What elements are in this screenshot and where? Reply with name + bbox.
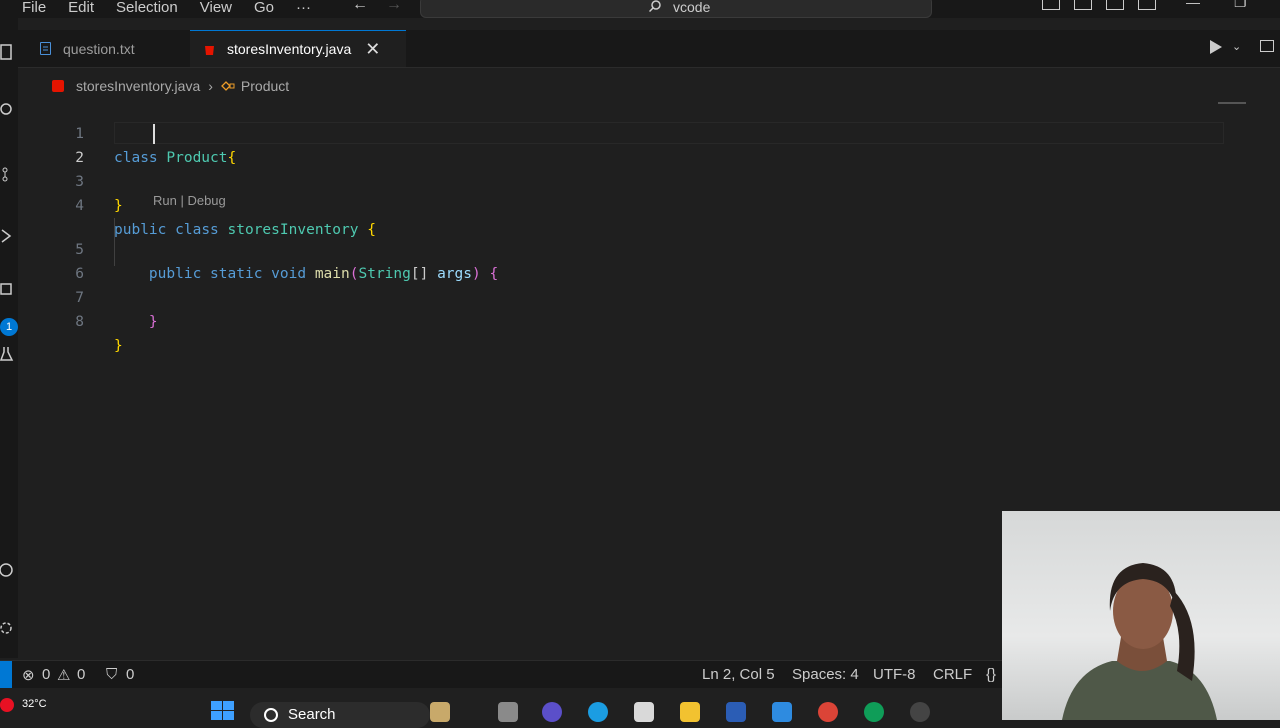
code-line: 7 } — [18, 262, 157, 330]
layout-controls — [1042, 0, 1156, 10]
code-lens-run-debug[interactable]: Run | Debug — [153, 193, 226, 208]
testing-icon[interactable] — [0, 346, 14, 362]
split-editor-icon[interactable] — [1260, 40, 1274, 52]
gear-icon[interactable] — [0, 620, 14, 636]
chrome-icon[interactable] — [818, 702, 838, 722]
settings-icon[interactable] — [910, 702, 930, 722]
code-line: 3 } — [18, 146, 122, 214]
breadcrumb-file[interactable]: storesInventory.java — [76, 78, 200, 94]
code-line: 8 } — [18, 286, 122, 354]
chevron-right-icon: › — [208, 78, 213, 94]
activity-bar: 1 — [0, 18, 18, 658]
run-icon[interactable] — [1210, 40, 1222, 54]
text-cursor — [153, 124, 155, 144]
command-center-text: vcode — [673, 0, 711, 15]
search-icon[interactable] — [0, 102, 14, 118]
command-center[interactable]: vcode — [420, 0, 932, 18]
line-number: 1 — [75, 126, 84, 142]
weather-icon — [0, 698, 14, 712]
breadcrumb: storesInventory.java › Product — [52, 76, 289, 96]
line-ending[interactable]: CRLF — [933, 666, 972, 683]
line-number: 4 — [75, 198, 84, 214]
chevron-down-icon[interactable]: ⌄ — [1232, 40, 1241, 53]
error-icon[interactable]: ⊗ — [22, 666, 35, 684]
run-debug-icon[interactable] — [0, 228, 14, 244]
search-icon — [649, 0, 661, 12]
indentation[interactable]: Spaces: 4 — [792, 666, 859, 683]
ports-count[interactable]: 0 — [126, 666, 134, 683]
store-icon[interactable] — [634, 702, 654, 722]
editor-tab-bar: question.txt storesInventory.java ✕ ⌄ ·· — [18, 30, 1280, 68]
windows-start-icon[interactable] — [211, 701, 235, 721]
line-number: 2 — [75, 150, 84, 166]
menu-edit[interactable]: Edit — [68, 0, 94, 16]
code-line: 6 — [18, 238, 84, 282]
encoding[interactable]: UTF-8 — [873, 666, 916, 683]
edge-icon[interactable] — [588, 702, 608, 722]
taskbar-search-label: Search — [288, 706, 336, 723]
weather-temp[interactable]: 32°C — [22, 698, 47, 710]
menu-selection[interactable]: Selection — [116, 0, 178, 16]
warning-count[interactable]: 0 — [77, 666, 85, 683]
file-manager-icon[interactable] — [498, 702, 518, 722]
tab-label: question.txt — [63, 40, 135, 57]
title-bar: File Edit Selection View Go ··· ← → vcod… — [0, 0, 1280, 18]
explorer-icon[interactable] — [0, 44, 14, 60]
current-line-highlight — [114, 122, 1224, 144]
java-file-icon — [52, 80, 64, 92]
language-mode[interactable]: {} — [986, 666, 996, 683]
toggle-secondary-sidebar-icon[interactable] — [1106, 0, 1124, 10]
line-number: 6 — [75, 266, 84, 282]
folder-icon[interactable] — [680, 702, 700, 722]
code-line: 5 public static void main(String[] args)… — [18, 214, 498, 282]
word-icon[interactable] — [726, 702, 746, 722]
minimap[interactable] — [1218, 102, 1246, 104]
tab-question-txt[interactable]: question.txt — [40, 30, 205, 67]
vscode-icon[interactable] — [772, 702, 792, 722]
remote-indicator[interactable] — [0, 661, 12, 689]
menu-go[interactable]: Go — [254, 0, 274, 16]
menu-file[interactable]: File — [22, 0, 46, 16]
forward-arrow-icon[interactable]: → — [386, 0, 402, 14]
breadcrumb-symbol[interactable]: Product — [241, 78, 289, 94]
taskbar-search[interactable]: Search — [250, 702, 430, 728]
line-number: 8 — [75, 314, 84, 330]
tab-storesinventory-java[interactable]: storesInventory.java ✕ — [190, 30, 406, 67]
cursor-position[interactable]: Ln 2, Col 5 — [702, 666, 775, 683]
chrome-profile-icon[interactable] — [864, 702, 884, 722]
line-number: 7 — [75, 290, 84, 306]
notification-badge: 1 — [0, 318, 18, 336]
presenter-photo — [1062, 563, 1217, 720]
toggle-sidebar-icon[interactable] — [1042, 0, 1060, 10]
code-line: 1 class Product{ — [18, 98, 236, 166]
line-number: 3 — [75, 174, 84, 190]
text-file-icon — [40, 42, 51, 55]
widgets-icon[interactable] — [430, 702, 450, 722]
line-number: 5 — [75, 242, 84, 258]
class-symbol-icon — [221, 81, 235, 91]
java-file-icon — [204, 43, 215, 56]
account-icon[interactable] — [0, 562, 14, 578]
extensions-icon[interactable] — [0, 282, 14, 298]
ports-icon[interactable]: ⛉ — [106, 666, 117, 683]
restore-icon[interactable]: ❐ — [1234, 0, 1247, 11]
teams-icon[interactable] — [542, 702, 562, 722]
customize-layout-icon[interactable] — [1138, 0, 1156, 10]
minimize-icon[interactable]: — — [1186, 0, 1200, 10]
webcam-overlay — [1002, 511, 1280, 720]
error-count[interactable]: 0 — [42, 666, 50, 683]
back-arrow-icon[interactable]: ← — [352, 0, 368, 14]
menu-view[interactable]: View — [200, 0, 232, 16]
toggle-panel-icon[interactable] — [1074, 0, 1092, 10]
source-control-icon[interactable] — [0, 166, 14, 182]
code-line: 2 — [18, 122, 84, 166]
code-line: 4 public class storesInventory { — [18, 170, 376, 238]
close-icon[interactable]: ✕ — [365, 39, 380, 60]
menu-more[interactable]: ··· — [296, 0, 311, 16]
menu-bar: File Edit Selection View Go ··· — [0, 0, 311, 18]
warning-icon[interactable]: ⚠ — [57, 666, 70, 684]
tab-label: storesInventory.java — [227, 41, 352, 57]
